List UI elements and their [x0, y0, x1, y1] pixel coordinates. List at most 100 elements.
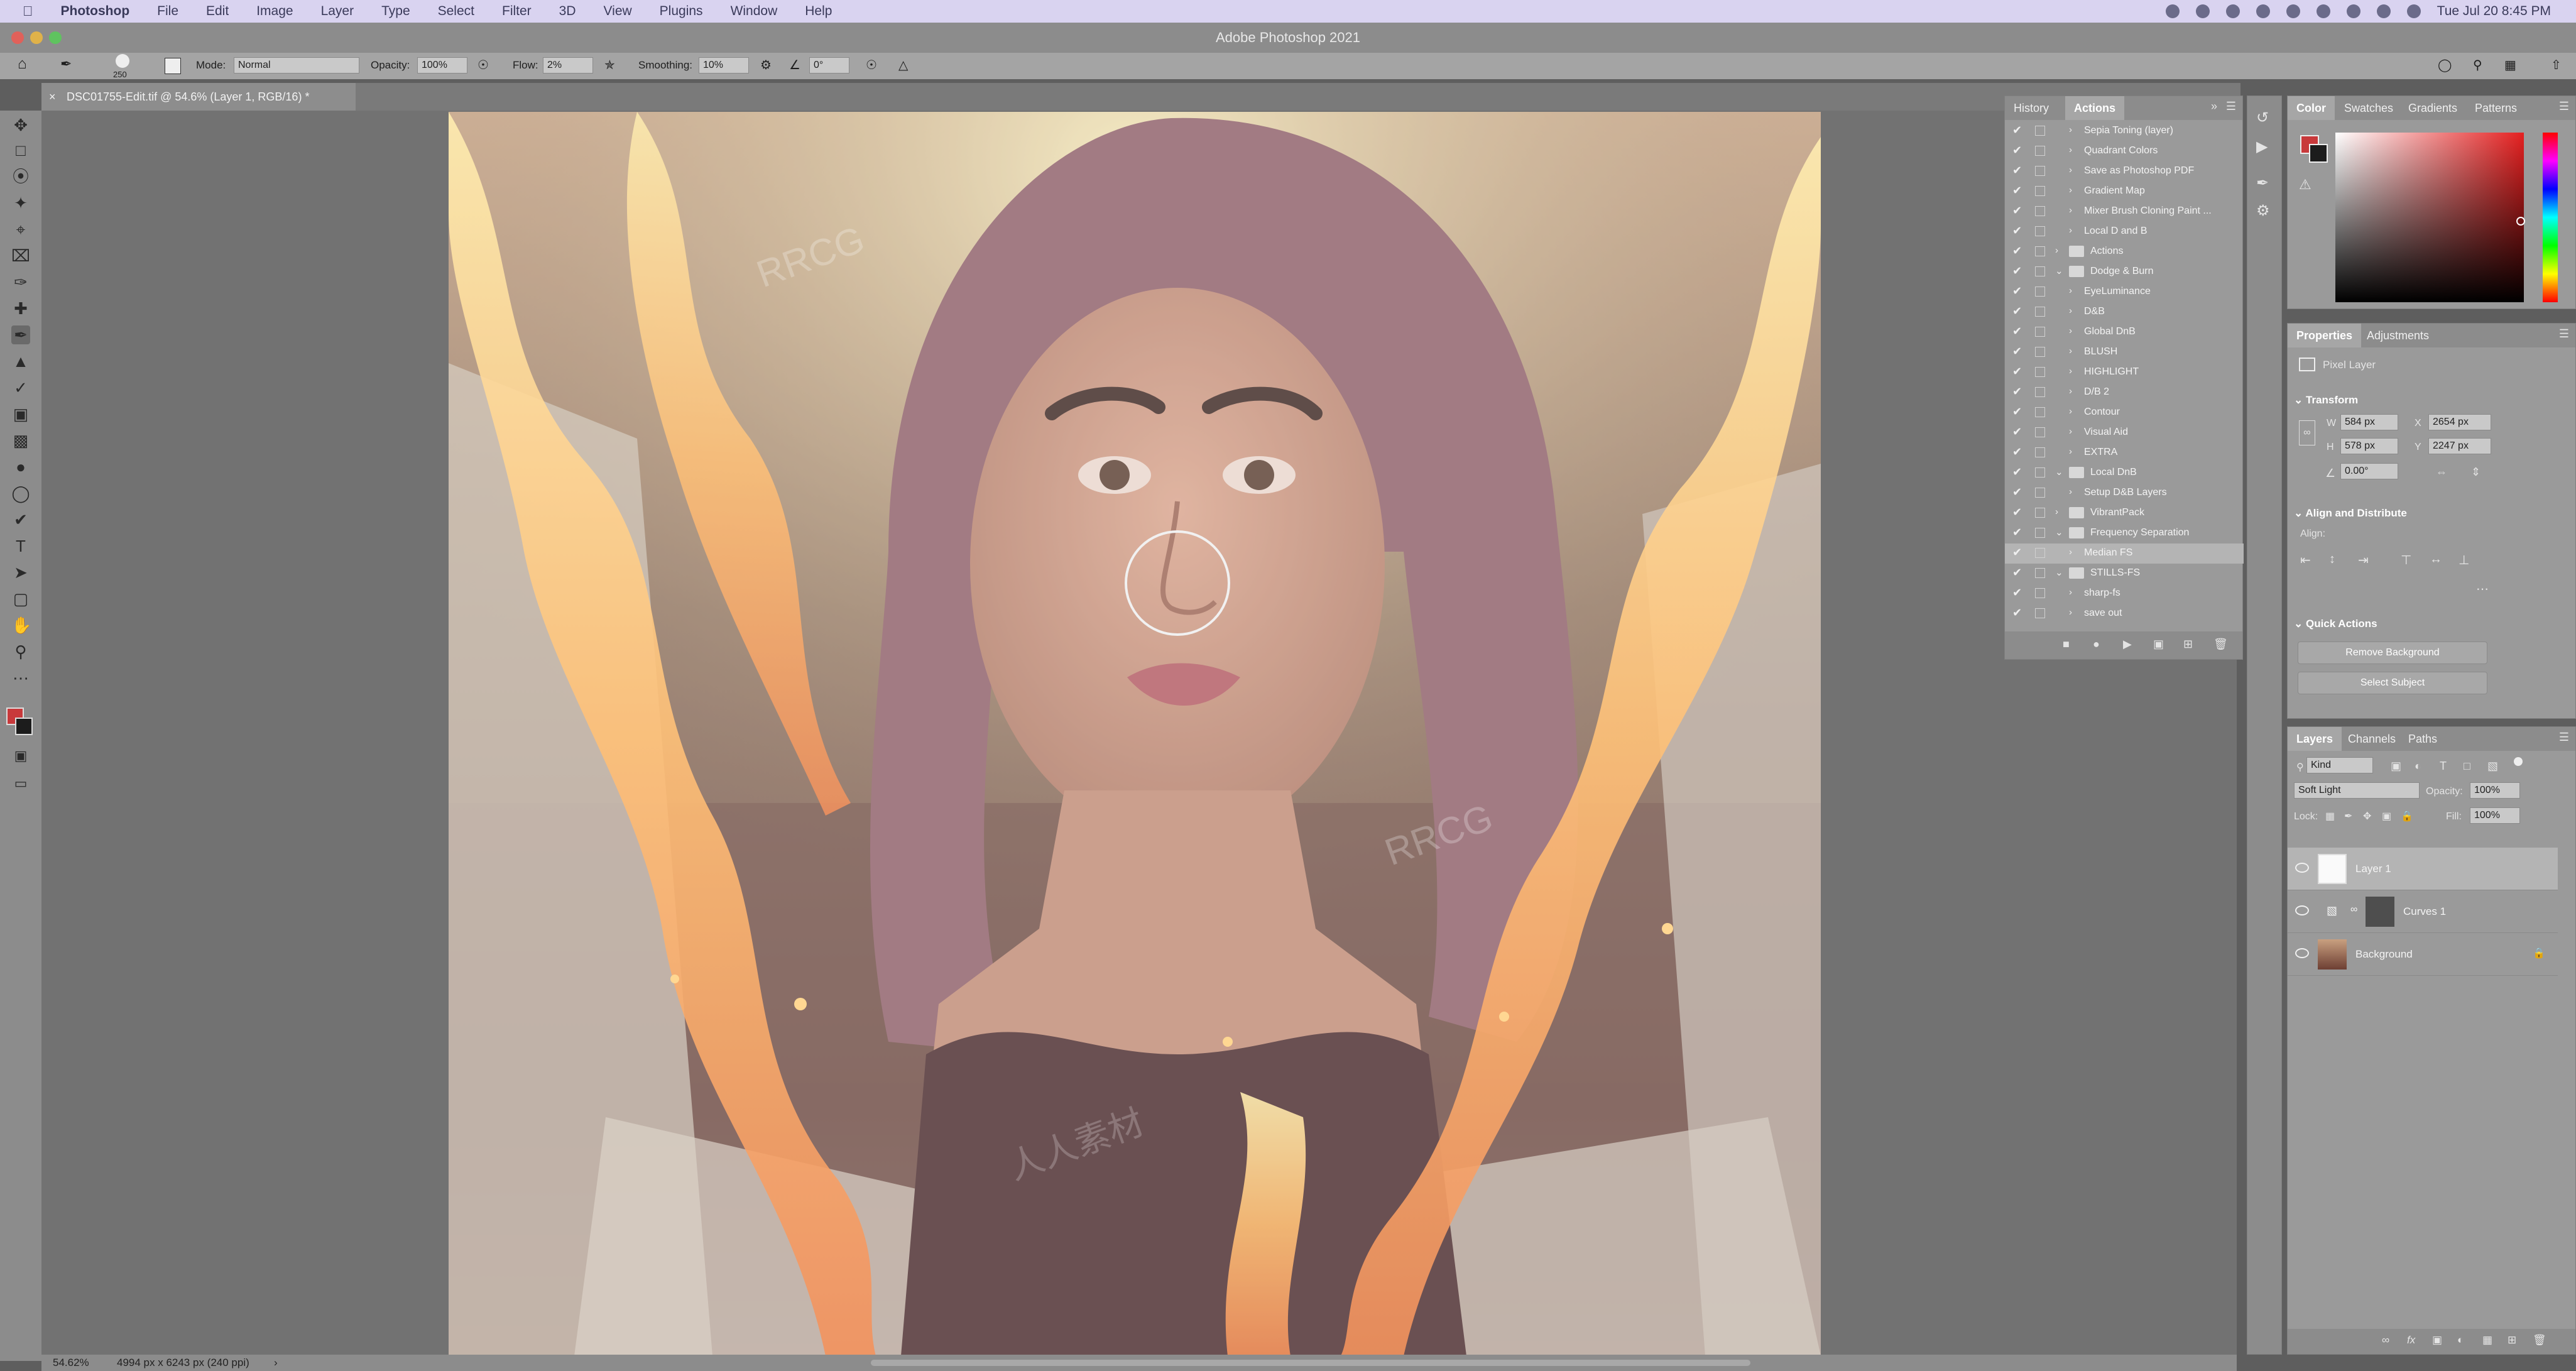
layer-mask-thumbnail[interactable] [2366, 897, 2394, 927]
action-enabled-check-icon[interactable]: ✔ [2012, 325, 2022, 338]
action-row[interactable]: ✔ ⌄ STILLS-FS [2005, 564, 2244, 584]
action-enabled-check-icon[interactable]: ✔ [2012, 405, 2022, 418]
edit-toolbar-icon[interactable]: ⋯ [11, 669, 30, 687]
search-panel-icon[interactable]: ⚲ [2473, 57, 2482, 73]
search-icon[interactable] [2346, 4, 2360, 18]
expand-chevron-right-icon[interactable]: › [2055, 245, 2058, 256]
action-row[interactable]: ✔ › Local D and B [2005, 222, 2244, 242]
pressure-size-icon[interactable]: ☉ [866, 57, 877, 73]
align-center-h-icon[interactable]: ↕ [2329, 552, 2335, 567]
actions-dock-icon[interactable]: ▶ [2256, 138, 2268, 156]
expand-chevron-right-icon[interactable]: › [2069, 285, 2072, 296]
layer-name[interactable]: Layer 1 [2355, 863, 2391, 875]
action-enabled-check-icon[interactable]: ✔ [2012, 365, 2022, 378]
record-action-icon[interactable]: ● [2093, 638, 2100, 651]
dialog-toggle-box[interactable] [2035, 387, 2045, 397]
layer-row-layer-1[interactable]: Layer 1 [2288, 848, 2558, 890]
align-bottom-icon[interactable]: ⊥ [2459, 552, 2469, 568]
menu-select[interactable]: Select [438, 4, 474, 19]
action-enabled-check-icon[interactable]: ✔ [2012, 265, 2022, 278]
share-export-icon[interactable]: ⇧ [2551, 57, 2562, 73]
tab-properties[interactable]: Properties [2288, 324, 2362, 347]
fill-input[interactable]: 100% [2470, 807, 2520, 824]
pen-tool-icon[interactable]: ✔ [11, 510, 30, 529]
action-row[interactable]: ✔ › Visual Aid [2005, 423, 2244, 443]
action-enabled-check-icon[interactable]: ✔ [2012, 204, 2022, 217]
tab-actions[interactable]: Actions [2065, 96, 2125, 120]
expand-chevron-right-icon[interactable]: › [2069, 145, 2072, 155]
angle-input[interactable]: 0.00° [2340, 463, 2398, 479]
new-adjustment-icon[interactable]: ◐ [2457, 1334, 2464, 1346]
lock-image-icon[interactable]: ✒ [2344, 810, 2352, 822]
action-row[interactable]: ✔ › Save as Photoshop PDF [2005, 161, 2244, 182]
expand-chevron-right-icon[interactable]: › [2069, 366, 2072, 376]
tab-swatches[interactable]: Swatches [2335, 96, 2402, 120]
dialog-toggle-box[interactable] [2035, 528, 2045, 538]
align-top-icon[interactable]: ⊤ [2401, 552, 2411, 568]
dialog-toggle-box[interactable] [2035, 427, 2045, 437]
background-color-chip[interactable] [2309, 144, 2328, 163]
color-field[interactable] [2335, 133, 2525, 302]
dialog-toggle-box[interactable] [2035, 327, 2045, 337]
expand-chevron-right-icon[interactable]: › [2069, 446, 2072, 457]
wifi-icon[interactable] [2316, 4, 2330, 18]
action-enabled-check-icon[interactable]: ✔ [2012, 546, 2022, 559]
action-row[interactable]: ✔ › EXTRA [2005, 443, 2244, 463]
smoothing-gear-icon[interactable]: ⚙ [760, 57, 772, 73]
pressure-opacity-icon[interactable]: ☉ [478, 57, 489, 73]
screen-share-icon[interactable] [2256, 4, 2270, 18]
tab-gradients[interactable]: Gradients [2399, 96, 2466, 120]
expand-chevron-right-icon[interactable]: › [2069, 386, 2072, 396]
marquee-tool-icon[interactable]: □ [11, 141, 30, 160]
action-enabled-check-icon[interactable]: ✔ [2012, 224, 2022, 238]
zoom-level[interactable]: 54.62% [53, 1355, 89, 1371]
move-tool-icon[interactable]: ✥ [11, 116, 30, 134]
expand-chevron-down-icon[interactable]: ⌄ [2055, 527, 2063, 538]
action-enabled-check-icon[interactable]: ✔ [2012, 184, 2022, 197]
airbrush-icon[interactable]: ✯ [604, 57, 615, 73]
healing-brush-tool-icon[interactable]: ✚ [11, 299, 30, 318]
menu-image[interactable]: Image [256, 4, 293, 19]
width-input[interactable]: 584 px [2340, 414, 2398, 430]
menu-edit[interactable]: Edit [206, 4, 229, 19]
tab-color[interactable]: Color [2288, 96, 2335, 120]
expand-chevron-right-icon[interactable]: › [2069, 185, 2072, 195]
action-enabled-check-icon[interactable]: ✔ [2012, 124, 2022, 137]
remove-background-button[interactable]: Remove Background [2298, 642, 2487, 664]
y-input[interactable]: 2247 px [2428, 438, 2491, 454]
action-enabled-check-icon[interactable]: ✔ [2012, 526, 2022, 539]
siri-icon[interactable] [2406, 4, 2421, 18]
menu-view[interactable]: View [604, 4, 632, 19]
action-row[interactable]: ✔ › Actions [2005, 242, 2244, 262]
expand-chevron-right-icon[interactable]: › [2069, 325, 2072, 336]
dialog-toggle-box[interactable] [2035, 608, 2045, 618]
expand-chevron-right-icon[interactable]: › [2069, 426, 2072, 437]
action-enabled-check-icon[interactable]: ✔ [2012, 606, 2022, 620]
add-mask-icon[interactable]: ▣ [2432, 1334, 2442, 1346]
delete-icon[interactable]: 🗑 [2213, 638, 2228, 651]
lock-artboard-icon[interactable]: ▣ [2382, 810, 2391, 822]
action-enabled-check-icon[interactable]: ✔ [2012, 164, 2022, 177]
expand-chevron-right-icon[interactable]: › [2069, 406, 2072, 417]
lasso-tool-icon[interactable]: ⦿ [11, 167, 30, 186]
delete-layer-icon[interactable]: 🗑 [2533, 1334, 2546, 1346]
tab-patterns[interactable]: Patterns [2466, 96, 2526, 120]
dialog-toggle-box[interactable] [2035, 407, 2045, 417]
menu-app-name[interactable]: Photoshop [61, 4, 130, 19]
dialog-toggle-box[interactable] [2035, 246, 2045, 256]
expand-chevron-right-icon[interactable]: › [2069, 205, 2072, 216]
flow-input[interactable]: 2% [543, 57, 593, 74]
action-row[interactable]: ✔ › EyeLuminance [2005, 282, 2244, 302]
select-subject-button[interactable]: Select Subject [2298, 672, 2487, 694]
action-enabled-check-icon[interactable]: ✔ [2012, 244, 2022, 258]
menu-type[interactable]: Type [381, 4, 410, 19]
new-set-icon[interactable]: ▣ [2153, 638, 2164, 651]
x-input[interactable]: 2654 px [2428, 414, 2491, 430]
dialog-toggle-box[interactable] [2035, 186, 2045, 196]
dialog-toggle-box[interactable] [2035, 307, 2045, 317]
brush-settings-dock-icon[interactable]: ✒ [2256, 174, 2269, 192]
action-row[interactable]: ✔ › D/B 2 [2005, 383, 2244, 403]
brush-size-preview[interactable]: 250 [113, 54, 129, 80]
align-section-title[interactable]: ⌄ Align and Distribute [2294, 507, 2407, 520]
action-row[interactable]: ✔ › Quadrant Colors [2005, 141, 2244, 161]
